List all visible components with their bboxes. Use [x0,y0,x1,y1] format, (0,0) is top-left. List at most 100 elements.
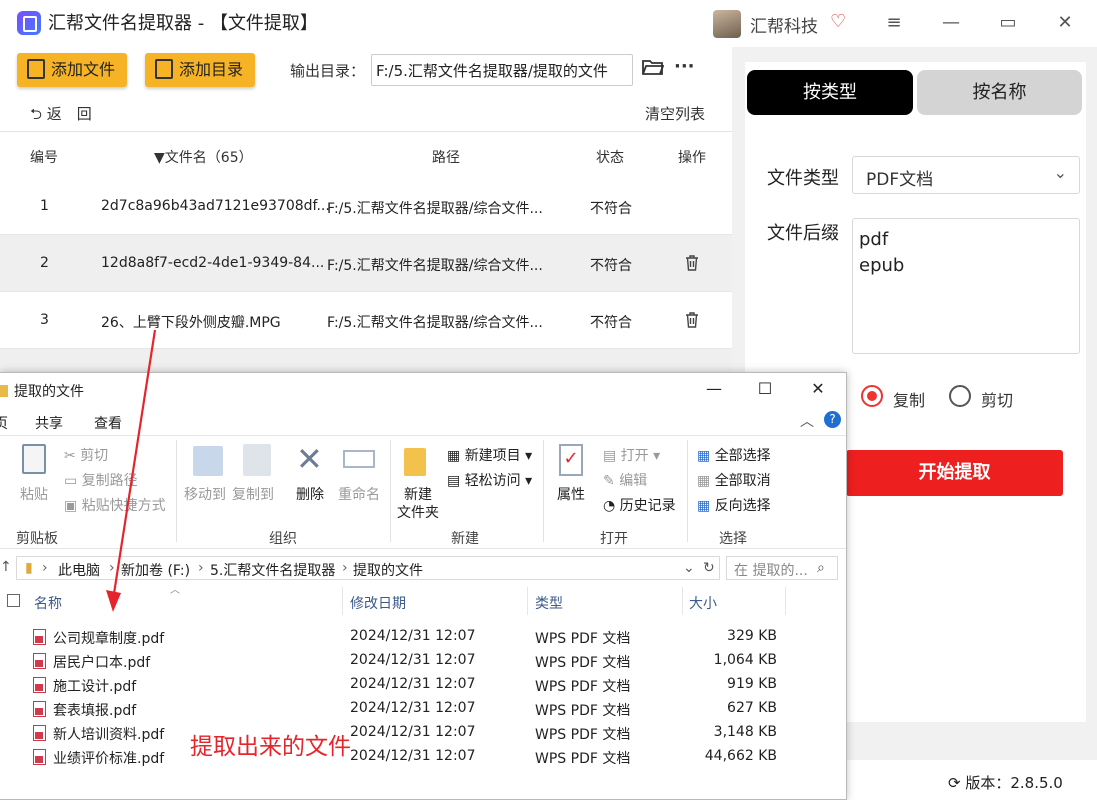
open-button[interactable]: ▤ 打开 ▾ [603,445,660,465]
delete-button[interactable]: 删除 [296,484,324,504]
column-size[interactable]: 大小 [689,593,717,613]
row-name: 2d7c8a96b43ad7121e93708df... [101,198,330,214]
more-icon[interactable]: ··· [674,56,695,77]
file-icon [27,59,45,79]
file-row[interactable]: 套表填报.pdf 2024/12/31 12:07 WPS PDF 文档 627… [0,697,846,721]
file-row[interactable]: 居民户口本.pdf 2024/12/31 12:07 WPS PDF 文档 1,… [0,649,846,673]
folder-open-icon[interactable] [642,58,664,76]
file-row[interactable]: 施工设计.pdf 2024/12/31 12:07 WPS PDF 文档 919… [0,673,846,697]
copy-path-button[interactable]: ▭ 复制路径 [64,470,138,490]
table-row[interactable]: 3 26、上臂下段外侧皮瓣.MPG F:/5.汇帮文件名提取器/综合文件... … [0,292,732,349]
back-button[interactable]: ⮌ 返 回 [30,103,92,129]
easy-access-button[interactable]: ▤ 轻松访问 ▾ [447,470,532,490]
help-icon[interactable]: ? [824,411,841,428]
cut-radio[interactable] [949,385,971,407]
properties-button[interactable]: 属性 [557,484,585,504]
table-row[interactable]: 2 12d8a8f7-ecd2-4de1-9349-84... F:/5.汇帮文… [0,235,732,292]
clear-list-button[interactable]: 清空列表 [645,103,705,124]
add-file-button[interactable]: 添加文件 [17,53,127,87]
easy-access-label: 轻松访问 [464,473,521,489]
invert-selection-label: 反向选择 [714,498,771,514]
add-folder-label: 添加目录 [179,60,244,79]
select-all-button[interactable]: ▦ 全部选择 [697,445,771,465]
output-dir-input[interactable] [371,54,633,86]
file-type-label: 文件类型 [767,168,839,189]
breadcrumb-drive[interactable]: 新加卷 (F:) [121,560,190,580]
explorer-close-button[interactable]: ✕ [808,379,828,398]
pdf-file-icon [33,677,46,693]
column-modified[interactable]: 修改日期 [350,593,406,613]
refresh-icon[interactable]: ⟳ [948,774,965,792]
explorer-minimize-button[interactable]: — [704,379,724,398]
pdf-file-icon [33,749,46,765]
select-all-checkbox[interactable] [7,594,20,607]
trash-icon[interactable] [685,312,699,328]
column-name[interactable]: 名称 [34,593,62,613]
col-action: 操作 [678,150,706,166]
new-folder-button-line2[interactable]: 文件夹 [397,502,439,522]
col-path: 路径 [432,150,460,166]
col-name[interactable]: ▼文件名（65） [154,147,253,167]
breadcrumb-current[interactable]: 提取的文件 [353,560,423,580]
file-modified: 2024/12/31 12:07 [350,652,476,668]
select-none-button[interactable]: ▦ 全部取消 [697,470,771,490]
column-type[interactable]: 类型 [535,593,563,613]
file-row[interactable]: 业绩评价标准.pdf 2024/12/31 12:07 WPS PDF 文档 4… [0,745,846,769]
menu-icon[interactable]: ≡ [881,10,907,36]
suffix-label: 文件后缀 [767,223,839,244]
ribbon: 粘贴 ✂ 剪切 ▭ 复制路径 ▣ 粘贴快捷方式 剪贴板 移动到 复制到 ✕ 删除… [0,435,846,549]
tab-by-type[interactable]: 按类型 [747,70,913,115]
rename-button[interactable]: 重命名 [338,484,380,504]
column-separator [527,587,528,615]
move-to-button[interactable]: 移动到 [184,484,226,504]
ribbon-tab-view[interactable]: 查看 [94,413,122,433]
breadcrumb-this-pc[interactable]: 此电脑 [58,560,100,580]
paste-shortcut-label: 粘贴快捷方式 [81,498,166,514]
file-size: 1,064 KB [713,652,777,668]
maximize-button[interactable]: ▭ [995,10,1021,36]
add-folder-button[interactable]: 添加目录 [145,53,255,87]
cut-button[interactable]: ✂ 剪切 [64,445,108,465]
tab-by-name[interactable]: 按名称 [917,70,1082,115]
copy-radio[interactable] [861,385,883,407]
start-extract-button[interactable]: 开始提取 [846,450,1063,496]
collapse-ribbon-icon[interactable]: ︿ [800,411,814,431]
table-header: 编号 ▼文件名（65） 路径 状态 操作 [0,131,732,179]
search-box[interactable]: 在 提取的... ⌕ [726,556,838,580]
file-type-select[interactable]: PDF文档 ⌄ [852,156,1080,194]
trash-icon[interactable] [685,255,699,271]
history-button[interactable]: ◔ 历史记录 [603,495,676,515]
up-arrow-icon[interactable]: ↑ [0,559,12,575]
copy-to-button[interactable]: 复制到 [232,484,274,504]
add-file-label: 添加文件 [51,60,116,79]
back-arrow-icon: ⮌ [30,105,47,123]
invert-selection-button[interactable]: ▦ 反向选择 [697,495,771,515]
group-clipboard: 剪贴板 [16,531,58,547]
avatar[interactable] [713,10,741,38]
paste-button[interactable]: 粘贴 [20,484,48,504]
paste-shortcut-button[interactable]: ▣ 粘贴快捷方式 [64,495,166,515]
refresh-icon[interactable]: ↻ [703,560,715,576]
file-row[interactable]: 新人培训资料.pdf 2024/12/31 12:07 WPS PDF 文档 3… [0,721,846,745]
new-item-button[interactable]: ▦ 新建项目 ▾ [447,445,532,465]
file-type-value: PDF文档 [866,170,934,190]
chevron-down-icon[interactable]: ⌄ [683,560,695,576]
suffix-textarea[interactable]: pdf epub [852,218,1080,354]
address-bar[interactable]: ▮ › 此电脑 › 新加卷 (F:) › 5.汇帮文件名提取器 › 提取的文件 … [16,556,720,580]
diamond-icon[interactable]: ♡ [830,11,846,32]
explorer-maximize-button[interactable]: ☐ [755,379,775,398]
close-button[interactable]: ✕ [1052,10,1078,36]
table-row[interactable]: 1 2d7c8a96b43ad7121e93708df... F:/5.汇帮文件… [0,178,732,391]
new-folder-button-line1[interactable]: 新建 [404,484,432,504]
edit-button[interactable]: ✎ 编辑 [603,470,647,490]
minimize-button[interactable]: — [938,10,964,36]
file-row[interactable]: 公司规章制度.pdf 2024/12/31 12:07 WPS PDF 文档 3… [0,625,846,649]
rename-icon [343,450,375,468]
select-all-icon: ▦ [697,448,715,464]
search-input[interactable]: 在 提取的... [734,560,808,580]
ribbon-tab-share[interactable]: 共享 [35,413,63,433]
col-id: 编号 [30,150,58,166]
edit-icon: ✎ [603,473,620,489]
ribbon-tab-home[interactable]: 页 [0,413,8,433]
breadcrumb-folder[interactable]: 5.汇帮文件名提取器 [210,560,335,580]
